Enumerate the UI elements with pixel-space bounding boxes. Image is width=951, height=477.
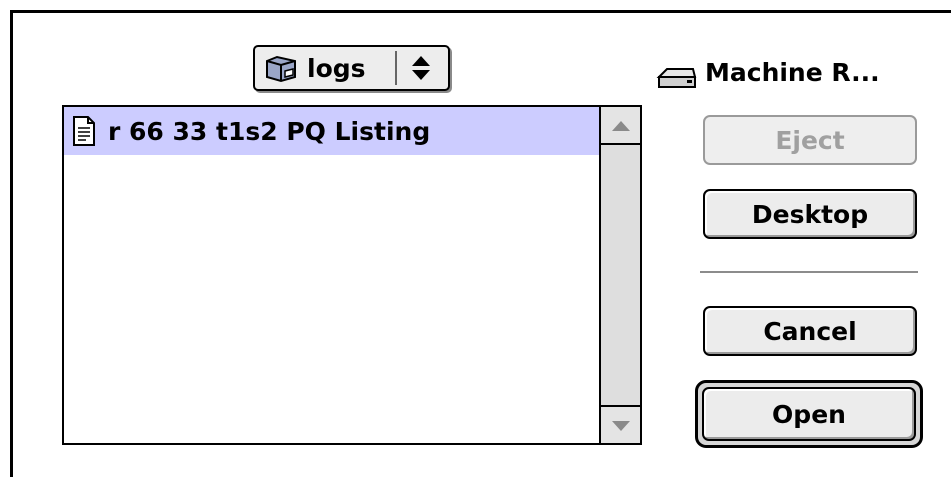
- document-icon: [73, 116, 95, 146]
- open-file-dialog: logs r 66 33 t1s2 PQ Listing Machine R..…: [10, 10, 951, 477]
- location-popup-label: logs: [307, 53, 366, 83]
- volume-indicator: Machine R...: [655, 53, 880, 91]
- scroll-down-arrow-icon: [612, 421, 630, 431]
- scroll-up-button[interactable]: [601, 107, 640, 145]
- file-list[interactable]: r 66 33 t1s2 PQ Listing: [62, 105, 642, 445]
- location-popup-menu[interactable]: logs: [253, 45, 450, 91]
- open-button[interactable]: Open: [702, 387, 916, 441]
- popup-separator: [395, 51, 397, 85]
- list-item[interactable]: r 66 33 t1s2 PQ Listing: [64, 107, 599, 155]
- desktop-button[interactable]: Desktop: [703, 189, 917, 239]
- scroll-up-arrow-icon: [612, 121, 630, 131]
- up-down-arrows-icon: [412, 56, 430, 80]
- hard-drive-icon: [656, 68, 697, 88]
- scroll-down-button[interactable]: [601, 405, 640, 443]
- eject-button[interactable]: Eject: [703, 115, 917, 165]
- vertical-scrollbar[interactable]: [599, 107, 640, 443]
- cancel-button[interactable]: Cancel: [703, 306, 917, 356]
- volume-name: Machine R...: [705, 57, 880, 87]
- folder-icon: [266, 55, 296, 83]
- button-divider: [700, 271, 918, 273]
- file-name: r 66 33 t1s2 PQ Listing: [108, 116, 431, 146]
- default-button-ring: Open: [695, 380, 923, 448]
